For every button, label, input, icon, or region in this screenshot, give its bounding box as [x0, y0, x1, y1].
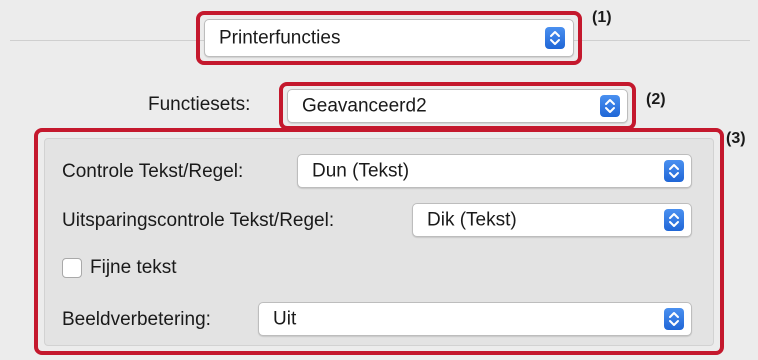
knockout-control-value: Dik (Tekst)	[427, 209, 517, 231]
printer-functions-popup[interactable]: Printerfuncties	[204, 19, 574, 57]
knockout-control-label: Uitsparingscontrole Tekst/Regel:	[62, 210, 335, 231]
function-sets-value: Geavanceerd2	[302, 95, 427, 117]
chevron-up-down-icon	[600, 95, 620, 117]
fine-text-label: Fijne tekst	[90, 257, 177, 278]
function-sets-popup[interactable]: Geavanceerd2	[287, 89, 628, 123]
marker-1: (1)	[592, 9, 612, 26]
image-enhancement-label: Beeldverbetering:	[62, 309, 211, 330]
image-enhancement-popup[interactable]: Uit	[258, 302, 692, 336]
chevron-up-down-icon	[545, 27, 565, 49]
chevron-up-down-icon	[664, 160, 684, 182]
text-line-control-label: Controle Tekst/Regel:	[62, 161, 244, 182]
knockout-control-popup[interactable]: Dik (Tekst)	[412, 203, 692, 237]
text-line-control-value: Dun (Tekst)	[312, 160, 410, 182]
fine-text-checkbox[interactable]	[62, 258, 82, 278]
printer-functions-value: Printerfuncties	[219, 27, 341, 49]
function-sets-label: Functiesets:	[148, 94, 251, 115]
chevron-up-down-icon	[664, 308, 684, 330]
image-enhancement-value: Uit	[273, 308, 297, 330]
chevron-up-down-icon	[664, 209, 684, 231]
marker-2: (2)	[646, 91, 666, 108]
marker-3: (3)	[726, 130, 746, 147]
text-line-control-popup[interactable]: Dun (Tekst)	[297, 154, 692, 188]
